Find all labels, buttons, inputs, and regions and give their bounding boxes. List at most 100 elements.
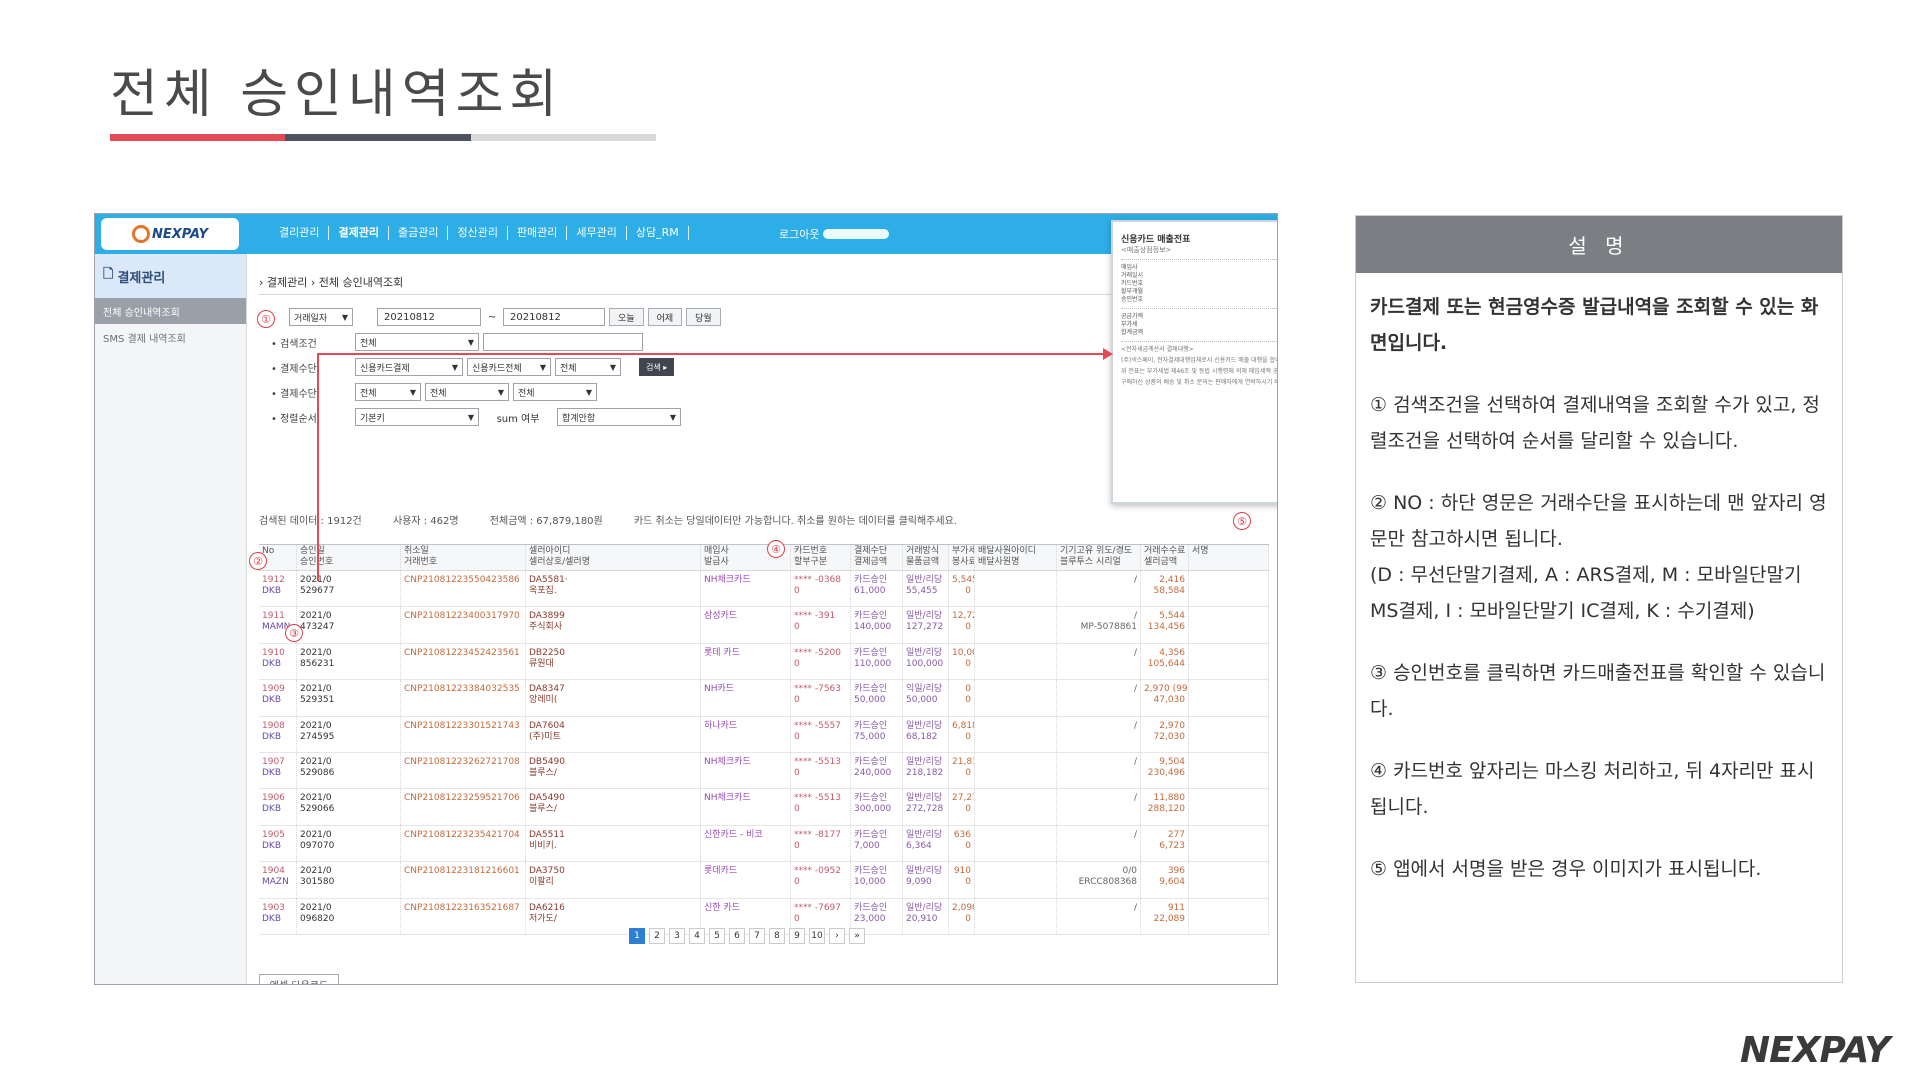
table-row[interactable]: 1904 MAZN 2021/0 301580 CNP21081223181216601… xyxy=(259,862,1269,899)
table-row[interactable]: 1907 DKB 2021/0 529086 CNP21081223262721708 D… xyxy=(259,752,1269,790)
date-from-input[interactable]: 20210812 xyxy=(377,308,481,326)
sum-option-select[interactable]: 합계안함 ▼ xyxy=(557,408,681,426)
payment-type-select[interactable]: 신용카드결제 ▼ xyxy=(355,358,463,376)
grid-cell[interactable]: 2021/0 529066 xyxy=(297,789,401,825)
header-line-1: 카드번호 xyxy=(794,546,828,556)
brand-logo: NEXPAY xyxy=(1740,1030,1890,1071)
grid-cell[interactable]: 2021/0 096820 xyxy=(297,898,401,934)
grid-cell: / xyxy=(1057,752,1141,789)
cell-line-1: 일반/리당 xyxy=(906,866,943,877)
page-1[interactable]: 1 xyxy=(629,928,645,944)
search-button[interactable]: 검색 ▸ xyxy=(639,358,675,376)
cell-line-2: DKB xyxy=(262,731,282,742)
method-filter-select-2[interactable]: 전체 ▼ xyxy=(425,383,509,401)
menu-item-6[interactable]: 상담_RM xyxy=(627,226,689,240)
excel-download-button[interactable]: 엑셀 다운로드 xyxy=(259,974,339,984)
app-logo[interactable]: NEXPAY xyxy=(101,218,239,250)
header-line-2: 블루투스 시리얼 xyxy=(1060,557,1121,567)
table-row[interactable]: 1910 DKB 2021/0 856231 CNP21081223452423561 D… xyxy=(259,643,1269,681)
this-month-button[interactable]: 당월 xyxy=(686,308,721,326)
grid-cell[interactable]: 2021/0 473247 xyxy=(297,607,401,643)
grid-cell[interactable]: 2021/0 529677 xyxy=(297,571,401,607)
sidebar-item-sms-history[interactable]: SMS 결제 내역조회 xyxy=(95,324,246,350)
menu-item-5[interactable]: 세무관리 xyxy=(567,226,627,240)
card-type-select[interactable]: 신용카드전체 ▼ xyxy=(467,358,551,376)
last-page-button[interactable]: » xyxy=(849,928,865,944)
cell-line-2: 097070 xyxy=(300,840,335,851)
breadcrumb: › 결제관리 › 전체 승인내역조회 xyxy=(259,276,404,289)
page-8[interactable]: 8 xyxy=(769,928,785,944)
card-filter-select[interactable]: 전체 ▼ xyxy=(555,358,621,376)
cell-line-1: DA7604 xyxy=(529,720,565,731)
table-row[interactable]: 1908 DKB 2021/0 274595 CNP21081223301521743 D… xyxy=(259,716,1269,753)
cell-line-2: 저가도/ xyxy=(529,913,557,924)
table-row[interactable]: 1906 DKB 2021/0 529066 CNP21081223259521706 D… xyxy=(259,789,1269,826)
grid-cell xyxy=(1189,643,1269,680)
table-row[interactable]: 1911 MAMN 2021/0 473247 CNP21081223400317970… xyxy=(259,607,1269,644)
today-button[interactable]: 오늘 xyxy=(609,308,644,326)
cell-line-1: / xyxy=(1133,647,1137,658)
cell-line-2: 110,000 xyxy=(854,658,892,669)
page-10[interactable]: 10 xyxy=(809,928,825,944)
description-header: 설 명 xyxy=(1356,216,1842,273)
cell-line-1: DA5490 xyxy=(529,793,565,804)
page-5[interactable]: 5 xyxy=(709,928,725,944)
grid-cell[interactable]: 2021/0 301580 xyxy=(297,862,401,898)
method-filter-select-1[interactable]: 전체 ▼ xyxy=(355,383,421,401)
method-filter-select-3[interactable]: 전체 ▼ xyxy=(513,383,597,401)
sort-row: • 정렬순서 기본키 ▼ sum 여부 합계안함 ▼ xyxy=(271,407,681,427)
cell-line-2: 105,644 xyxy=(1147,658,1185,669)
grid-cell: CNP21081223181216601 xyxy=(401,862,526,898)
receipt-row: 승인번호4383 xyxy=(1121,296,1277,304)
page-3[interactable]: 3 xyxy=(669,928,685,944)
sidebar-item-approval-history[interactable]: 전체 승인내역조회 xyxy=(95,298,246,324)
grid-header-cell: 기기고유 위도/경도 블루투스 시리얼 xyxy=(1057,545,1141,570)
menu-item-4[interactable]: 판매관리 xyxy=(508,226,568,240)
grid-cell[interactable]: 2021/0 856231 xyxy=(297,643,401,680)
marker-1: ① xyxy=(257,310,275,328)
grid-cell[interactable]: 2021/0 274595 xyxy=(297,716,401,752)
cell-line-1: DB2250 xyxy=(529,647,566,658)
header-line-1: 셀러아이디 xyxy=(529,546,571,556)
cell-line-1: 2,090 xyxy=(952,902,974,913)
page-6[interactable]: 6 xyxy=(729,928,745,944)
receipt-key: 부가세 xyxy=(1121,321,1138,328)
description-lead: 카드결제 또는 현금영수증 발급내역을 조회할 수 있는 화면입니다. xyxy=(1370,296,1819,354)
search-keyword-input[interactable] xyxy=(483,333,643,351)
sort-order-select[interactable]: 기본키 ▼ xyxy=(355,408,479,426)
grid-cell[interactable]: 2021/0 097070 xyxy=(297,825,401,862)
page-4[interactable]: 4 xyxy=(689,928,705,944)
table-row[interactable]: 1905 DKB 2021/0 097070 CNP21081223235421704 D… xyxy=(259,825,1269,863)
menu-item-3[interactable]: 정산관리 xyxy=(448,226,508,240)
cell-line-1: **** -5557 xyxy=(794,720,842,731)
grid-cell: CNP21081223452423561 xyxy=(401,643,526,680)
grid-cell: 카드승인 50,000 xyxy=(851,680,903,716)
cell-line-1: 일반/리당 xyxy=(906,611,943,622)
menu-item-1[interactable]: 결제관리 xyxy=(329,226,389,240)
cell-line-1: 1904 xyxy=(262,866,285,877)
grid-cell: NH카드 xyxy=(701,680,791,716)
menu-item-0[interactable]: 결리관리 xyxy=(270,226,330,240)
header-line-1: No xyxy=(262,546,275,556)
table-row[interactable]: 1912 DKB 2021/0 529677 CNP21081223550423586 D… xyxy=(259,571,1269,608)
grid-cell[interactable]: 2021/0 529086 xyxy=(297,752,401,789)
grid-cell[interactable]: 2021/0 529351 xyxy=(297,680,401,716)
logout-link[interactable]: 로그아웃 xyxy=(779,226,890,242)
date-to-input[interactable]: 20210812 xyxy=(503,308,605,326)
cell-line-1: 신한 카드 xyxy=(704,902,740,913)
search-condition-select[interactable]: 전체 ▼ xyxy=(355,333,479,351)
page-2[interactable]: 2 xyxy=(649,928,665,944)
date-type-select[interactable]: 거래일자 ▼ xyxy=(289,308,353,326)
cell-line-2: 10,000 xyxy=(854,877,886,888)
main-menu: 결리관리 결제관리 출금관리 정산관리 판매관리 세무관리 상담_RM xyxy=(270,226,689,240)
grid-cell xyxy=(975,571,1057,607)
next-page-button[interactable]: › xyxy=(829,928,845,944)
yesterday-button[interactable]: 어제 xyxy=(647,308,683,326)
cell-line-2: 230,496 xyxy=(1147,767,1185,778)
page-9[interactable]: 9 xyxy=(789,928,805,944)
menu-item-2[interactable]: 출금관리 xyxy=(389,226,449,240)
page-7[interactable]: 7 xyxy=(749,928,765,944)
table-row[interactable]: 1909 DKB 2021/0 529351 CNP21081223384032535 D… xyxy=(259,680,1269,717)
cell-line-2: 0 xyxy=(965,586,971,596)
grid-cell xyxy=(1189,571,1269,607)
